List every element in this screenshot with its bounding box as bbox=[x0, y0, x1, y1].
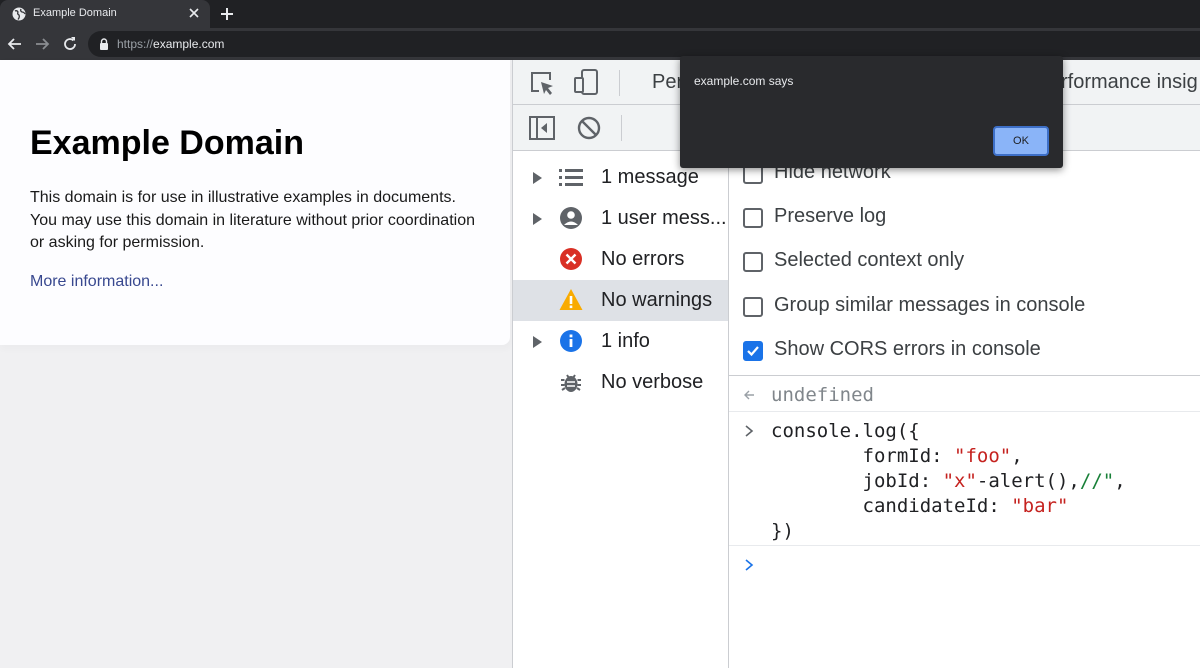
error-icon bbox=[560, 248, 582, 270]
user-icon bbox=[560, 207, 582, 229]
alert-dialog: example.com says OK bbox=[680, 56, 1063, 168]
code-line: jobId: "x"-alert(),//", bbox=[771, 470, 1126, 492]
code-expr: -alert(), bbox=[976, 470, 1080, 492]
alert-title: example.com says bbox=[694, 74, 794, 88]
code-punct: , bbox=[1011, 445, 1023, 467]
code-comment: //" bbox=[1079, 470, 1115, 492]
console-settings: Hide network Preserve log Selected conte… bbox=[729, 151, 1200, 376]
show-cors-checkbox[interactable] bbox=[743, 341, 763, 361]
back-arrow-icon[interactable] bbox=[6, 35, 24, 53]
sidebar-item-label: No verbose bbox=[601, 371, 704, 393]
toolbar-divider bbox=[621, 115, 622, 141]
toolbar-divider bbox=[619, 70, 620, 96]
tab-performance-insights[interactable]: rformance insig bbox=[1061, 71, 1198, 94]
option-label: Show CORS errors in console bbox=[774, 338, 1041, 360]
checkmark-icon bbox=[747, 346, 759, 357]
sidebar-item-label: 1 message bbox=[601, 166, 699, 188]
info-icon bbox=[560, 330, 582, 352]
sidebar-item-info[interactable]: 1 info bbox=[513, 321, 728, 362]
selected-context-checkbox[interactable] bbox=[743, 252, 763, 272]
code-key: formId: bbox=[771, 445, 955, 467]
sidebar-item-label: No errors bbox=[601, 248, 685, 270]
code-key: candidateId: bbox=[771, 495, 1012, 517]
more-info-link[interactable]: More information... bbox=[30, 273, 163, 291]
web-page: Example Domain This domain is for use in… bbox=[0, 60, 512, 668]
code-line: candidateId: "bar" bbox=[771, 495, 1069, 517]
page-heading: Example Domain bbox=[30, 124, 304, 162]
new-tab-plus-icon[interactable] bbox=[218, 5, 236, 23]
console-sidebar: 1 message 1 user mess... No errors No wa… bbox=[513, 151, 729, 668]
tab-title: Example Domain bbox=[33, 7, 117, 19]
sidebar-item-errors[interactable]: No errors bbox=[513, 239, 728, 280]
code-line: }) bbox=[771, 520, 794, 542]
expand-arrow-icon[interactable] bbox=[533, 172, 542, 184]
expand-arrow-icon[interactable] bbox=[533, 336, 542, 348]
inspect-element-icon[interactable] bbox=[529, 70, 555, 96]
close-icon[interactable] bbox=[186, 5, 202, 21]
sidebar-item-label: No warnings bbox=[601, 289, 713, 311]
clear-console-icon[interactable] bbox=[577, 116, 601, 140]
url-host: example.com bbox=[153, 37, 225, 51]
bug-icon bbox=[561, 374, 581, 392]
sidebar-item-label: 1 user mess... bbox=[601, 207, 727, 229]
input-chevron-icon bbox=[745, 425, 754, 437]
code-key: jobId: bbox=[771, 470, 943, 492]
url-text[interactable]: https://example.com bbox=[117, 37, 224, 51]
lock-icon[interactable] bbox=[98, 38, 110, 50]
sidebar-item-warnings[interactable]: No warnings bbox=[513, 280, 728, 321]
sidebar-item-user-messages[interactable]: 1 user mess... bbox=[513, 198, 728, 239]
browser-tab[interactable]: Example Domain bbox=[0, 0, 210, 28]
prompt-chevron-icon bbox=[745, 559, 754, 571]
reload-icon[interactable] bbox=[61, 35, 79, 53]
result-value: undefined bbox=[771, 384, 874, 406]
result-arrow-icon bbox=[744, 390, 754, 400]
device-toolbar-icon[interactable] bbox=[573, 68, 601, 96]
list-icon bbox=[559, 169, 583, 186]
content-card: Example Domain This domain is for use in… bbox=[0, 60, 510, 345]
console-input-row[interactable]: console.log({ formId: "foo", jobId: "x"-… bbox=[729, 412, 1200, 546]
page-paragraph: This domain is for use in illustrative e… bbox=[30, 189, 475, 251]
option-label: Preserve log bbox=[774, 205, 887, 227]
option-label: Group similar messages in console bbox=[774, 294, 1086, 316]
sidebar-item-verbose[interactable]: No verbose bbox=[513, 362, 728, 403]
expand-arrow-icon[interactable] bbox=[533, 213, 542, 225]
forward-arrow-icon[interactable] bbox=[33, 35, 51, 53]
ok-button[interactable]: OK bbox=[993, 126, 1049, 156]
globe-icon bbox=[12, 7, 26, 21]
group-similar-checkbox[interactable] bbox=[743, 297, 763, 317]
tab-strip: Example Domain bbox=[0, 0, 1200, 28]
code-line: formId: "foo", bbox=[771, 445, 1023, 467]
show-sidebar-icon[interactable] bbox=[529, 116, 555, 140]
code-string: "x" bbox=[942, 470, 977, 492]
code-string: "foo" bbox=[954, 445, 1012, 467]
preserve-log-checkbox[interactable] bbox=[743, 208, 763, 228]
url-scheme: https:// bbox=[117, 37, 154, 51]
sidebar-item-label: 1 info bbox=[601, 330, 650, 352]
console-prompt[interactable] bbox=[729, 546, 1200, 586]
code-punct: , bbox=[1114, 470, 1126, 492]
code-line: console.log({ bbox=[771, 420, 920, 442]
console-output: undefined console.log({ formId: "foo", j… bbox=[729, 376, 1200, 668]
code-string: "bar" bbox=[1011, 495, 1069, 517]
address-bar[interactable] bbox=[88, 31, 1200, 57]
tab-performance[interactable]: Per bbox=[652, 71, 683, 94]
option-label: Selected context only bbox=[774, 249, 965, 271]
console-result-row: undefined bbox=[729, 376, 1200, 412]
warning-icon bbox=[559, 289, 583, 310]
